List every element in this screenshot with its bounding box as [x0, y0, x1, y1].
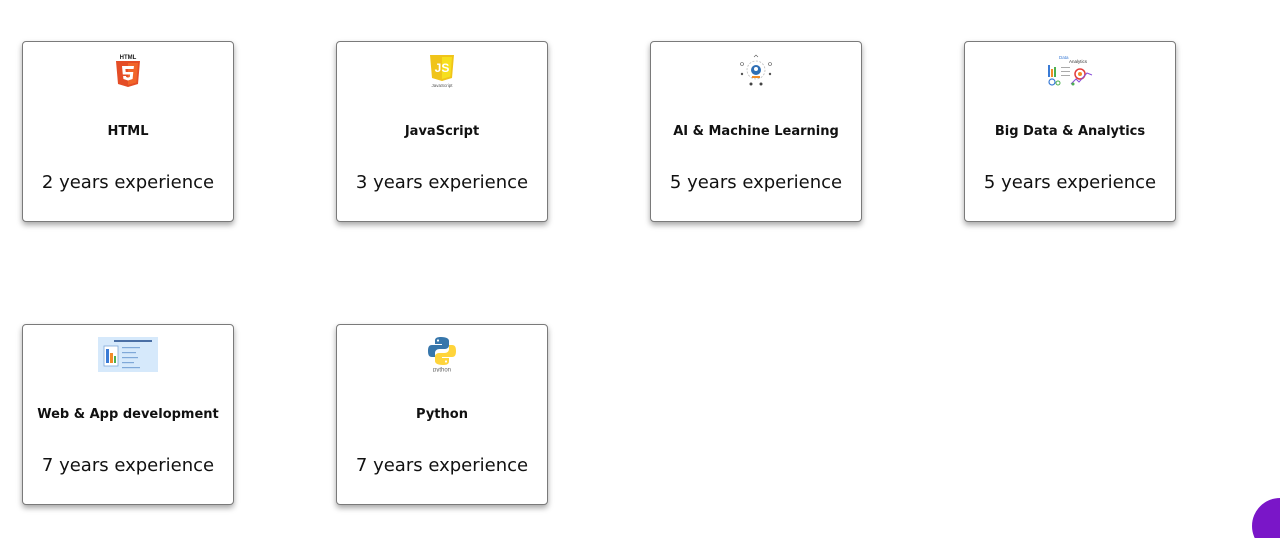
floating-action-button[interactable]	[1252, 498, 1280, 538]
skill-experience: 7 years experience	[355, 455, 529, 476]
skill-card-python[interactable]: python Python 7 years experience	[336, 324, 548, 505]
skill-card-javascript[interactable]: JS JavaScript JavaScript 3 years experie…	[336, 41, 548, 222]
svg-text:Analytics: Analytics	[1069, 59, 1088, 64]
skill-name: HTML	[107, 124, 149, 139]
skill-card-ai-machine-learning[interactable]: AI & Machine Learning 5 years experience	[650, 41, 862, 222]
svg-text:JS: JS	[435, 61, 450, 75]
skill-name: Web & App development	[37, 407, 219, 422]
skill-card-html[interactable]: HTML HTML 2 years experience	[22, 41, 234, 222]
svg-text:python: python	[433, 368, 451, 373]
javascript-icon: JS JavaScript	[337, 52, 547, 90]
svg-text:HTML: HTML	[120, 55, 137, 61]
skill-experience: 7 years experience	[41, 455, 215, 476]
web-app-development-icon	[23, 335, 233, 373]
skill-card-big-data-analytics[interactable]: Data Analytics Big Data & Analytics 5 ye…	[964, 41, 1176, 222]
html5-icon: HTML	[23, 52, 233, 90]
svg-text:Data: Data	[1059, 55, 1069, 60]
ai-machine-learning-icon	[651, 52, 861, 90]
skills-grid: HTML HTML 2 years experience JS JavaScri…	[0, 0, 1280, 538]
skill-experience: 2 years experience	[41, 172, 215, 193]
python-icon: python	[337, 335, 547, 373]
skill-experience: 5 years experience	[983, 172, 1157, 193]
skill-name: Big Data & Analytics	[994, 124, 1146, 139]
skill-name: Python	[416, 407, 468, 422]
skill-name: AI & Machine Learning	[673, 124, 839, 139]
skill-name: JavaScript	[404, 124, 480, 139]
skill-card-web-app-development[interactable]: Web & App development 7 years experience	[22, 324, 234, 505]
svg-text:JavaScript: JavaScript	[431, 83, 453, 88]
skill-experience: 5 years experience	[669, 172, 843, 193]
big-data-analytics-icon: Data Analytics	[965, 52, 1175, 90]
skill-experience: 3 years experience	[355, 172, 529, 193]
